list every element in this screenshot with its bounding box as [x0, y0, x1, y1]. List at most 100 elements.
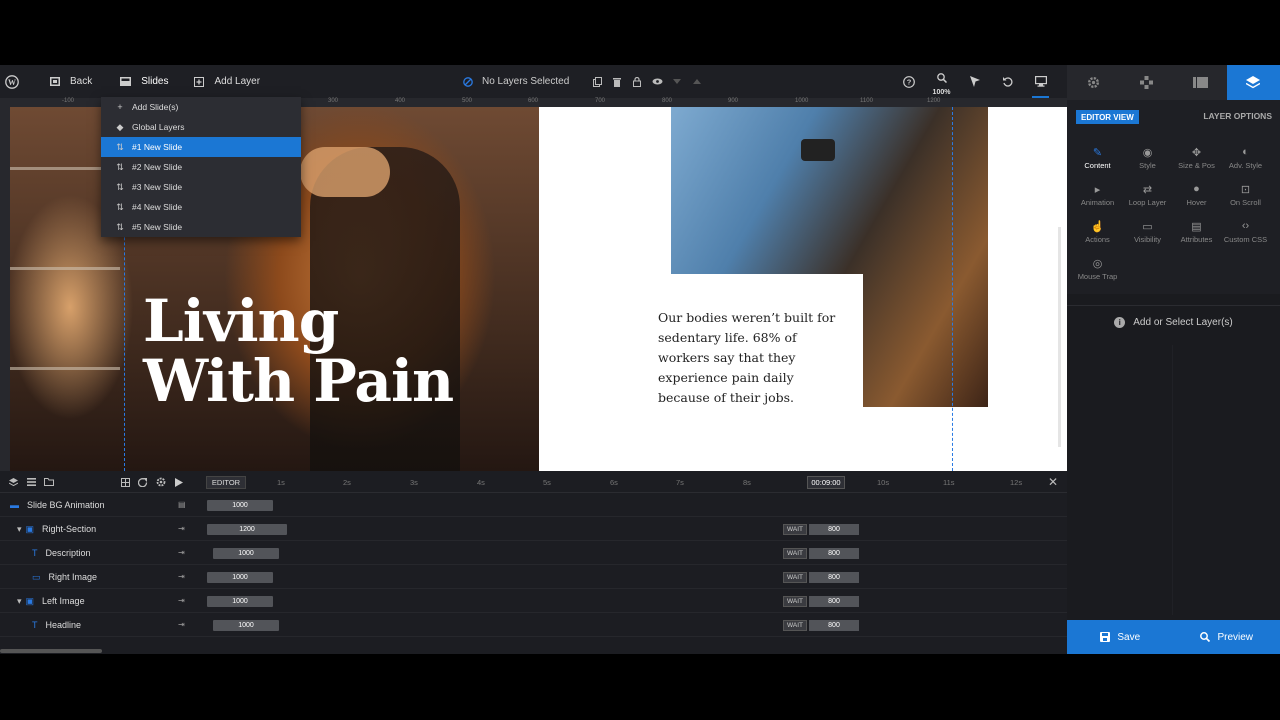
end-animation-bar[interactable]: 800 — [809, 620, 859, 631]
group-icon: ▣ — [25, 523, 35, 534]
time-tick: 1s — [277, 478, 285, 487]
headline-layer[interactable]: Living With Pain — [143, 291, 454, 411]
option-adv-style[interactable]: ◐ Adv. Style — [1219, 139, 1272, 175]
time-tick: 11s — [943, 478, 955, 487]
image-icon: ▭ — [32, 571, 41, 582]
option-custom-css[interactable]: ‹› Custom CSS — [1219, 213, 1272, 249]
preview-button[interactable]: Preview — [1173, 620, 1280, 654]
option-attributes[interactable]: ▤ Attributes — [1170, 213, 1223, 249]
menu-item-slide-3[interactable]: ⇅ #3 New Slide — [101, 177, 301, 197]
end-animation-bar[interactable]: 800 — [809, 596, 859, 607]
animation-bar[interactable]: 1000 — [207, 500, 273, 511]
slides-button[interactable]: Slides — [100, 65, 176, 98]
timeline-row[interactable]: T Description ⇥ 1000 WAIT 800 — [0, 541, 1067, 565]
option-loop-layer[interactable]: ⇄ Loop Layer — [1121, 176, 1174, 212]
option-on-scroll[interactable]: ⊡ On Scroll — [1219, 176, 1272, 212]
layers-icon: ◆ — [116, 121, 124, 132]
timeline-editor-label[interactable]: EDITOR — [206, 476, 246, 489]
grid-icon[interactable] — [118, 475, 132, 489]
undo-icon[interactable] — [991, 65, 1024, 98]
back-button[interactable]: Back — [34, 65, 100, 98]
pointer-icon[interactable] — [958, 65, 991, 98]
ruler-tick: 1100 — [860, 98, 873, 104]
tab-slide-options[interactable] — [1174, 65, 1227, 100]
menu-item-slide-1[interactable]: ⇅ #1 New Slide — [101, 137, 301, 157]
animation-bar[interactable]: 1000 — [213, 548, 279, 559]
menu-item-slide-5[interactable]: ⇅ #5 New Slide — [101, 217, 301, 237]
option-mouse-trap[interactable]: ◎ Mouse Trap — [1071, 250, 1124, 286]
current-time-marker[interactable]: 00:09:00 — [807, 476, 845, 489]
timeline-scrollbar[interactable] — [0, 649, 102, 653]
menu-item-global-layers[interactable]: ◆ Global Layers — [101, 117, 301, 137]
target-icon: ◎ — [1092, 258, 1103, 270]
layer-options-title: LAYER OPTIONS — [1203, 111, 1272, 121]
settings-icon[interactable] — [154, 475, 168, 489]
wait-marker[interactable]: WAIT — [783, 596, 807, 607]
guide-line-right — [952, 107, 953, 471]
canvas-scrollbar[interactable] — [1058, 227, 1061, 447]
save-button[interactable]: Save — [1067, 620, 1174, 654]
option-hover[interactable]: ● Hover — [1170, 176, 1223, 212]
folder-icon[interactable] — [42, 475, 56, 489]
duplicate-icon[interactable] — [587, 65, 607, 98]
play-icon[interactable] — [172, 475, 186, 489]
eye-icon[interactable] — [647, 65, 667, 98]
menu-item-slide-4[interactable]: ⇅ #4 New Slide — [101, 197, 301, 217]
timeline-row[interactable]: ▾ ▣ Right-Section ⇥ 1200 WAIT 800 — [0, 517, 1067, 541]
animation-bar[interactable]: 1000 — [213, 620, 279, 631]
pin-icon[interactable]: ⇥ — [178, 620, 185, 629]
tab-layer-options[interactable] — [1226, 65, 1280, 100]
wait-marker[interactable]: WAIT — [783, 524, 807, 535]
menu-item-add-slides[interactable]: + Add Slide(s) — [101, 97, 301, 117]
option-content[interactable]: ✎ Content — [1071, 139, 1124, 175]
layers-icon[interactable] — [6, 475, 20, 489]
row-label: ▾ ▣ Left Image — [17, 589, 85, 613]
chevron-down-icon[interactable] — [667, 65, 687, 98]
end-animation-bar[interactable]: 800 — [809, 524, 859, 535]
wait-marker[interactable]: WAIT — [783, 572, 807, 583]
chevron-up-icon[interactable] — [687, 65, 707, 98]
animation-bar[interactable]: 1000 — [207, 572, 273, 583]
end-animation-bar[interactable]: 800 — [809, 572, 859, 583]
delete-icon[interactable] — [607, 65, 627, 98]
wait-marker[interactable]: WAIT — [783, 620, 807, 631]
tab-navigation[interactable] — [1120, 65, 1173, 100]
loop-icon[interactable] — [136, 475, 150, 489]
animation-bar[interactable]: 1200 — [207, 524, 287, 535]
desktop-view-icon[interactable] — [1024, 65, 1057, 98]
slide-icon: ⇅ — [116, 221, 124, 232]
wordpress-logo-icon[interactable]: W — [0, 65, 34, 98]
option-size-pos[interactable]: ✥ Size & Pos — [1170, 139, 1223, 175]
add-layer-button[interactable]: Add Layer — [176, 65, 268, 98]
pin-icon[interactable]: ⇥ — [178, 548, 185, 557]
wait-marker[interactable]: WAIT — [783, 548, 807, 559]
timeline-row[interactable]: ▭ Right Image ⇥ 1000 WAIT 800 — [0, 565, 1067, 589]
time-tick: 12s — [1010, 478, 1023, 487]
pin-icon[interactable]: ⇥ — [178, 572, 185, 581]
close-icon[interactable]: ✕ — [1048, 475, 1058, 489]
menu-item-slide-2[interactable]: ⇅ #2 New Slide — [101, 157, 301, 177]
lock-icon[interactable] — [627, 65, 647, 98]
add-layer-icon — [194, 76, 205, 87]
back-icon — [50, 77, 60, 86]
list-icon[interactable] — [24, 475, 38, 489]
timeline-row[interactable]: ▾ ▣ Left Image ⇥ 1000 WAIT 800 — [0, 589, 1067, 613]
option-animation[interactable]: ▸ Animation — [1071, 176, 1124, 212]
option-actions[interactable]: ☝ Actions — [1071, 213, 1124, 249]
option-visibility[interactable]: ▭ Visibility — [1121, 213, 1174, 249]
zoom-button[interactable]: 100% — [925, 65, 958, 98]
end-animation-bar[interactable]: 800 — [809, 548, 859, 559]
move-icon: ✥ — [1191, 147, 1202, 159]
editor-view-button[interactable]: EDITOR VIEW — [1076, 110, 1139, 124]
ruler-tick: 700 — [595, 98, 606, 104]
timeline-row[interactable]: ▬ Slide BG Animation ▤ 1000 — [0, 493, 1067, 517]
timeline-row[interactable]: T Headline ⇥ 1000 WAIT 800 — [0, 613, 1067, 637]
pin-icon[interactable]: ⇥ — [178, 596, 185, 605]
description-layer[interactable]: Our bodies weren’t built for sedentary l… — [658, 308, 838, 408]
animation-bar[interactable]: 1000 — [207, 596, 273, 607]
help-icon[interactable]: ? — [892, 65, 925, 98]
tab-slider-settings[interactable] — [1067, 65, 1120, 100]
ruler-tick: 500 — [462, 98, 473, 104]
option-style[interactable]: ◉ Style — [1121, 139, 1174, 175]
pin-icon[interactable]: ⇥ — [178, 524, 185, 533]
